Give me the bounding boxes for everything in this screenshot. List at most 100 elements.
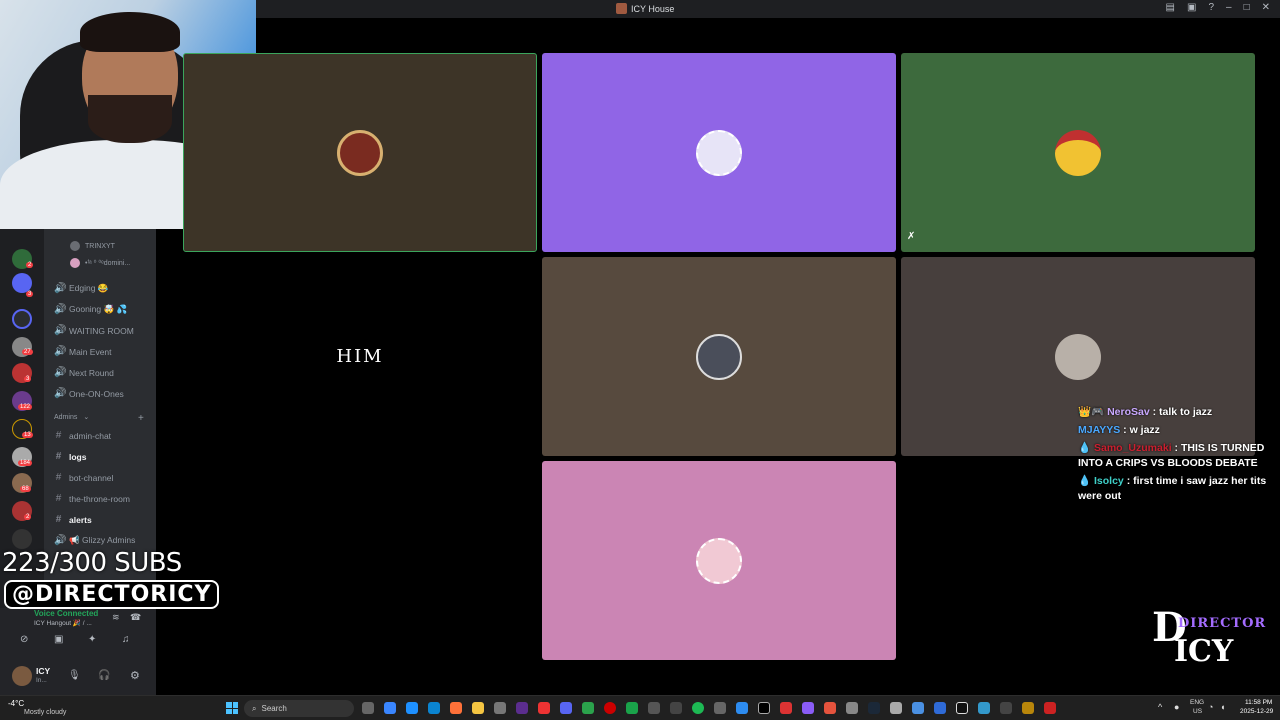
channel-name: bot-channel (69, 472, 114, 483)
spotify-icon[interactable] (692, 702, 704, 714)
region-indicator[interactable]: US (1193, 708, 1202, 715)
wifi-icon[interactable]: ◔ (1208, 702, 1213, 712)
server-badge: 2 (24, 514, 32, 520)
app-icon[interactable] (626, 702, 638, 714)
app-icon[interactable] (538, 702, 550, 714)
app-icon[interactable] (516, 702, 528, 714)
app-icon[interactable] (978, 702, 990, 714)
text-channel[interactable]: # logs (54, 451, 87, 462)
app-icon[interactable] (648, 702, 660, 714)
app-icon[interactable] (824, 702, 836, 714)
app-icon[interactable] (1022, 702, 1034, 714)
close-button[interactable]: ✕ (1262, 2, 1270, 13)
server-icon[interactable] (12, 273, 32, 293)
app-icon[interactable] (1044, 702, 1056, 714)
voice-channel[interactable]: 🔊 Next Round (54, 367, 114, 378)
video-off-icon[interactable]: ⊘ (20, 634, 36, 648)
chat-text: w jazz (1129, 424, 1160, 436)
app-icon[interactable] (406, 702, 418, 714)
voice-channel[interactable]: 🔊 📢 Glizzy Admins (54, 535, 135, 546)
voice-channel[interactable]: 🔊 Edging 😂 (54, 283, 108, 294)
text-channel[interactable]: # the-throne-room (54, 493, 130, 504)
volume-icon[interactable]: ◖ (1220, 702, 1225, 712)
text-channel[interactable]: # bot-channel (54, 472, 114, 483)
screen-icon[interactable]: ▣ (1187, 2, 1196, 13)
avatar[interactable] (12, 666, 32, 686)
steam-icon[interactable] (868, 702, 880, 714)
app-icon[interactable] (890, 702, 902, 714)
headphones-icon[interactable]: 🎧 (98, 670, 110, 681)
participant-tile[interactable] (542, 53, 896, 252)
sub-goal-text: 223/300 SUBS (2, 548, 182, 578)
hash-icon: # (55, 472, 62, 483)
voice-user[interactable]: TRINXYT (70, 241, 115, 251)
app-icon[interactable] (780, 702, 792, 714)
search-placeholder: Search (261, 704, 287, 713)
chat-message: 💧 Samo_Uzumaki : THIS IS TURNED INTO A C… (1078, 442, 1265, 469)
channel-name: the-throne-room (69, 493, 130, 504)
app-icon[interactable] (384, 702, 396, 714)
folder-icon[interactable] (472, 702, 484, 714)
participant-tile[interactable] (542, 257, 896, 456)
voice-channel[interactable]: 🔊 One-ON-Ones (54, 388, 124, 399)
screen-share-icon[interactable]: ▣ (54, 634, 63, 645)
clock-time[interactable]: 11:58 PM (1245, 699, 1272, 706)
app-icon[interactable] (802, 702, 814, 714)
disconnect-icon[interactable]: ☎ (130, 612, 141, 623)
channel-name: alerts (69, 514, 92, 525)
voice-channel[interactable]: 🔊 Main Event (54, 346, 112, 357)
x-icon[interactable] (956, 702, 968, 714)
participant-tile[interactable] (542, 461, 896, 660)
voice-location[interactable]: ICY Hangout 🎉 / ... (34, 619, 92, 627)
app-icon[interactable] (670, 702, 682, 714)
text-channel[interactable]: # alerts (54, 514, 92, 525)
app-icon[interactable] (736, 702, 748, 714)
participant-tile[interactable]: ✗ (901, 53, 1255, 252)
app-icon[interactable] (494, 702, 506, 714)
help-icon[interactable]: ? (1208, 2, 1214, 13)
activities-icon[interactable]: ✦ (88, 634, 96, 645)
category-admins[interactable]: Admins ⌄ (54, 413, 89, 422)
avatar (696, 333, 742, 380)
voice-user[interactable]: •ᶠᵃ ⁰ ⁰ᵉdomini... (70, 258, 130, 268)
beard (88, 95, 172, 143)
hash-icon: # (55, 493, 62, 504)
app-icon[interactable] (714, 702, 726, 714)
app-icon[interactable] (1000, 702, 1012, 714)
discord-icon[interactable] (560, 702, 572, 714)
add-channel-icon[interactable]: + (138, 413, 144, 424)
weather-temp[interactable]: -4°C (8, 699, 24, 708)
task-view-icon[interactable] (362, 702, 374, 714)
search-box[interactable]: ⌕ Search (244, 700, 354, 717)
app-icon[interactable] (604, 702, 616, 714)
app-icon[interactable] (846, 702, 858, 714)
microphone-icon[interactable]: 🎙 (68, 670, 81, 681)
gear-icon[interactable]: ⚙ (130, 669, 140, 682)
folder-icon[interactable] (12, 309, 32, 329)
voice-channel[interactable]: 🔊 WAITING ROOM (54, 325, 134, 336)
app-icon[interactable] (758, 702, 770, 714)
edge-icon[interactable] (428, 702, 440, 714)
firefox-icon[interactable] (450, 702, 462, 714)
participant-label: HIM (336, 346, 384, 367)
app-icon[interactable] (912, 702, 924, 714)
chat-badge: 💧 (1078, 442, 1092, 454)
participant-tile[interactable] (183, 53, 537, 252)
server-icon[interactable] (12, 529, 32, 549)
maximize-button[interactable]: □ (1244, 2, 1250, 13)
language-indicator[interactable]: ENG (1190, 699, 1204, 706)
noise-icon[interactable]: ≋ (112, 612, 120, 623)
microphone-icon[interactable]: ● (1174, 702, 1179, 712)
participant-tile[interactable]: HIM (183, 257, 537, 456)
chevron-up-icon[interactable]: ^ (1158, 702, 1162, 712)
app-icon[interactable] (934, 702, 946, 714)
voice-channel[interactable]: 🔊 Gooning 🤯 💦 (54, 304, 127, 315)
text-channel[interactable]: # admin-chat (54, 430, 111, 441)
chrome-icon[interactable] (582, 702, 594, 714)
clock-date[interactable]: 2025-12-29 (1240, 708, 1273, 715)
minimize-button[interactable]: – (1226, 2, 1232, 13)
start-button[interactable] (226, 702, 238, 714)
soundboard-icon[interactable]: ♫ (122, 634, 130, 645)
inbox-icon[interactable]: ▤ (1166, 2, 1175, 13)
weather-desc[interactable]: Mostly cloudy (24, 709, 66, 716)
